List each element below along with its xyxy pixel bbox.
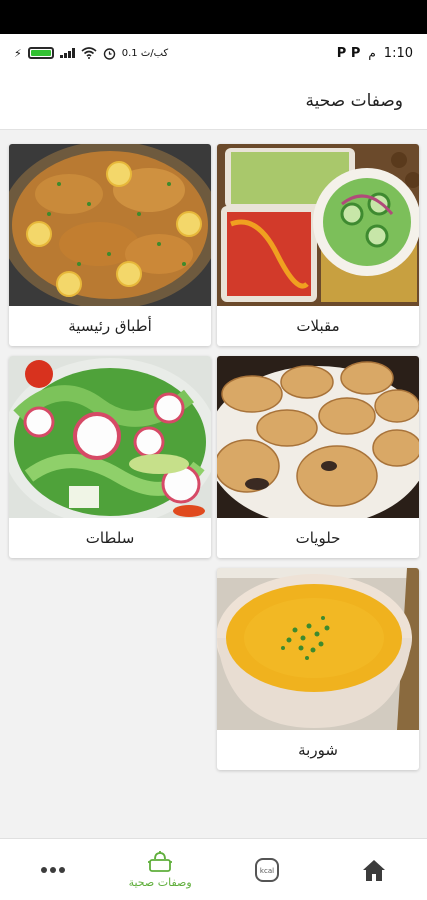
app-bar: وصفات صحية [0,72,427,130]
category-label: حلويات [295,529,341,547]
signal-icon [59,48,75,58]
status-bar: ⚡ 0.1 كب/ث P P م 1:10 [0,34,427,72]
chef-pot-icon [148,851,173,872]
category-label: أطباق رئيسية [68,317,152,335]
status-left: ⚡ 0.1 كب/ث [14,47,168,60]
appetizers-photo [217,144,419,306]
soup-photo [217,568,419,730]
bottom-navigation: kcal وصفات صحية [0,838,427,900]
page-title: وصفات صحية [305,90,403,111]
notification-indicators: P P [336,45,361,61]
charging-icon: ⚡ [14,46,22,60]
battery-icon [27,47,54,59]
nav-home[interactable] [329,839,419,900]
category-card-salads[interactable]: سلطات [9,356,211,558]
wifi-icon [81,47,97,59]
clock: 1:10 [383,45,413,61]
home-icon [362,859,385,881]
status-right: P P م 1:10 [337,46,413,61]
category-label: مقبلات [296,317,340,335]
category-card-main-dishes[interactable]: أطباق رئيسية [9,144,211,346]
nav-healthy-recipes[interactable]: وصفات صحية [115,839,205,900]
svg-text:kcal: kcal [260,867,274,875]
main-dishes-photo [9,144,211,306]
alarm-icon [103,47,115,60]
network-speed: 0.1 كب/ث [121,47,169,59]
category-card-appetizers[interactable]: مقبلات [217,144,419,346]
category-label: شوربة [298,741,338,759]
nav-more[interactable] [8,839,98,900]
kcal-icon: kcal [254,857,279,882]
more-dots-icon [41,866,66,873]
nav-label-healthy-recipes: وصفات صحية [128,876,192,889]
ampm: م [368,46,376,60]
nav-kcal[interactable]: kcal [222,839,312,900]
top-black-bar [0,0,427,34]
salads-photo [9,356,211,518]
desserts-photo [217,356,419,518]
category-card-soup[interactable]: شوربة [217,568,419,770]
category-card-desserts[interactable]: حلويات [217,356,419,558]
category-label: سلطات [85,529,135,547]
